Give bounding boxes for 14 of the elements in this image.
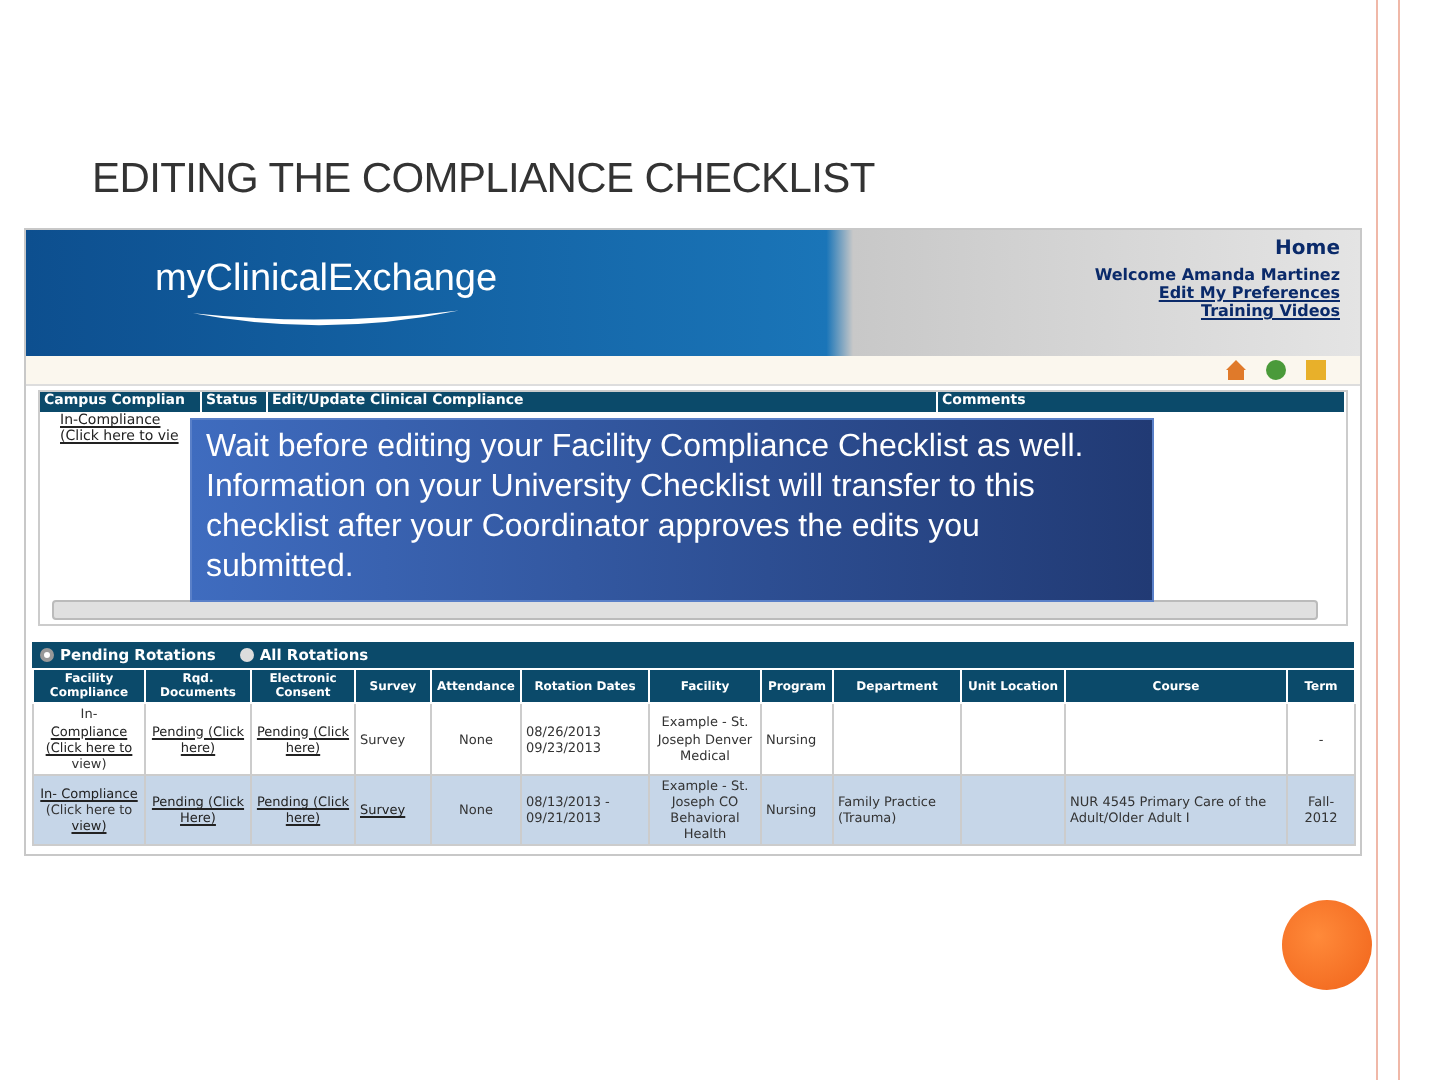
logo: myClinicalExchange: [26, 230, 626, 356]
radio-icon[interactable]: [40, 648, 54, 662]
header-link[interactable]: Edit My Preferences: [1158, 284, 1340, 302]
note-icon[interactable]: [1304, 358, 1328, 382]
welcome-text: Welcome Amanda Martinez: [1094, 266, 1340, 284]
horizontal-scrollbar[interactable]: [52, 600, 1318, 620]
help-icon[interactable]: [1264, 358, 1288, 382]
radio-icon[interactable]: [239, 648, 254, 662]
header-link[interactable]: Training Videos: [1200, 302, 1340, 320]
home-link[interactable]: Home: [1275, 238, 1340, 260]
slide-title: EDITING THE COMPLIANCE CHECKLIST: [90, 154, 877, 206]
callout-text: Wait before editing your Facility Compliance Checklist as well. Information on your University Checklist will transfer to this checklist after your Coordinator approves the edits you submitted.: [206, 428, 1086, 588]
house-icon[interactable]: [1224, 358, 1248, 382]
decorative-circle: [1282, 900, 1372, 990]
